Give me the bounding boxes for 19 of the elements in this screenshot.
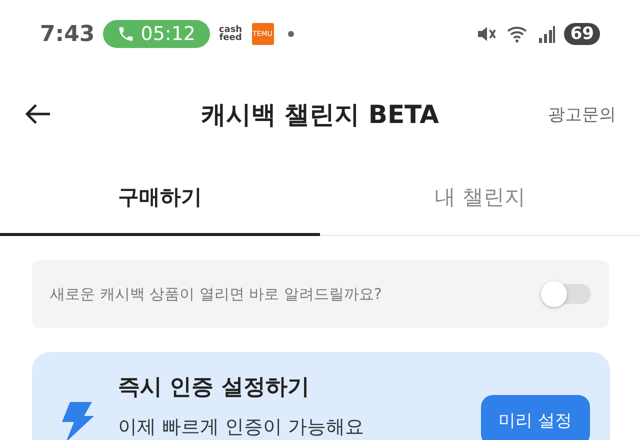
- call-pill[interactable]: 05:12: [102, 20, 210, 48]
- page-title: 캐시백 챌린지 BETA: [200, 98, 440, 130]
- tab[interactable]: 구매하기: [0, 160, 320, 236]
- notify-label: 새로운 캐시백 상품이 열리면 바로 알려드릴까요?: [50, 284, 382, 304]
- phone-icon: [116, 25, 135, 43]
- signal-icon: [538, 24, 556, 44]
- promo-title: 즉시 인증 설정하기: [118, 374, 310, 402]
- dot-icon: [288, 31, 294, 37]
- promo-subtitle: 이제 빠르게 인증이 가능해요: [118, 415, 366, 440]
- tab[interactable]: 내 챌린지: [320, 160, 640, 236]
- ad-inquiry-link[interactable]: 광고문의: [548, 102, 616, 126]
- mute-icon: [476, 24, 498, 44]
- notify-toggle[interactable]: [543, 284, 591, 304]
- app-logo-text: cash feed: [218, 26, 244, 42]
- clock-time: 7:43: [40, 22, 95, 46]
- back-icon[interactable]: [24, 102, 52, 126]
- preset-button[interactable]: 미리 설정: [480, 395, 590, 440]
- lightning-icon: [60, 400, 94, 440]
- battery-level: 69: [564, 23, 600, 45]
